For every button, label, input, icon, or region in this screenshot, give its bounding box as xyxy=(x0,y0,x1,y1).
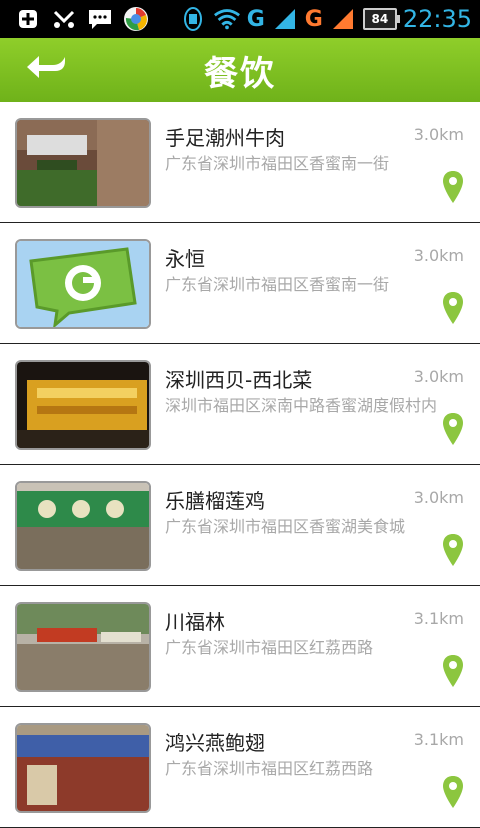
list-item[interactable]: 手足潮州牛肉 广东省深圳市福田区香蜜南一街 3.0km xyxy=(0,102,480,223)
restaurant-name: 川福林 xyxy=(165,610,225,634)
restaurant-name: 鸿兴燕鲍翅 xyxy=(165,731,265,755)
restaurant-distance: 3.1km xyxy=(413,609,464,628)
map-pin-icon[interactable] xyxy=(442,654,464,688)
restaurant-distance: 3.1km xyxy=(413,730,464,749)
signal-icon xyxy=(271,6,299,32)
restaurant-distance: 3.0km xyxy=(413,367,464,386)
map-pin-icon[interactable] xyxy=(442,170,464,204)
restaurant-name: 手足潮州牛肉 xyxy=(165,126,285,150)
restaurant-address: 广东省深圳市福田区香蜜湖美食城 xyxy=(165,517,406,536)
restaurant-address: 广东省深圳市福田区红荔西路 xyxy=(165,759,374,778)
restaurant-name: 深圳西贝-西北菜 xyxy=(165,368,313,392)
restaurant-address: 深圳市福田区深南中路香蜜湖度假村内 xyxy=(165,396,438,415)
restaurant-thumbnail xyxy=(15,360,151,450)
back-arrow-icon xyxy=(25,53,69,87)
map-pin-icon[interactable] xyxy=(442,291,464,325)
clock: 22:35 xyxy=(402,5,472,33)
restaurant-thumbnail xyxy=(15,481,151,571)
back-button[interactable] xyxy=(22,50,72,90)
network-type-1: G xyxy=(246,6,265,32)
restaurant-thumbnail xyxy=(15,602,151,692)
browser-icon xyxy=(122,6,150,32)
map-pin-icon[interactable] xyxy=(442,412,464,446)
map-pin-icon[interactable] xyxy=(442,533,464,567)
list-item[interactable]: 乐膳榴莲鸡 广东省深圳市福田区香蜜湖美食城 3.0km xyxy=(0,465,480,586)
list-item[interactable]: 永恒 广东省深圳市福田区香蜜南一街 3.0km xyxy=(0,223,480,344)
data-icon xyxy=(179,6,207,32)
network-type-2: G xyxy=(304,6,323,32)
message-icon xyxy=(86,6,114,32)
map-pin-icon[interactable] xyxy=(442,775,464,809)
missed-call-icon xyxy=(50,6,78,32)
restaurant-thumbnail xyxy=(15,118,151,208)
wifi-icon xyxy=(213,6,241,32)
restaurant-distance: 3.0km xyxy=(413,246,464,265)
restaurant-name: 永恒 xyxy=(165,247,205,271)
restaurant-address: 广东省深圳市福田区香蜜南一街 xyxy=(165,275,390,294)
restaurant-distance: 3.0km xyxy=(413,125,464,144)
list-item[interactable]: 鸿兴燕鲍翅 广东省深圳市福田区红荔西路 3.1km xyxy=(0,707,480,828)
restaurant-address: 广东省深圳市福田区香蜜南一街 xyxy=(165,154,390,173)
battery-icon: 84 xyxy=(362,8,400,30)
page-title: 餐饮 xyxy=(204,53,276,94)
restaurant-name: 乐膳榴莲鸡 xyxy=(165,489,265,513)
restaurant-distance: 3.0km xyxy=(413,488,464,507)
add-icon xyxy=(14,6,42,32)
restaurant-list: 手足潮州牛肉 广东省深圳市福田区香蜜南一街 3.0km 永恒 广东省深圳市福田区… xyxy=(0,102,480,828)
restaurant-thumbnail xyxy=(15,239,151,329)
list-item[interactable]: 深圳西贝-西北菜 深圳市福田区深南中路香蜜湖度假村内 3.0km xyxy=(0,344,480,465)
list-item[interactable]: 川福林 广东省深圳市福田区红荔西路 3.1km xyxy=(0,586,480,707)
status-bar: G G 84 22:35 xyxy=(0,0,480,38)
signal-icon xyxy=(329,6,357,32)
title-bar: 餐饮 xyxy=(0,38,480,102)
restaurant-address: 广东省深圳市福田区红荔西路 xyxy=(165,638,374,657)
